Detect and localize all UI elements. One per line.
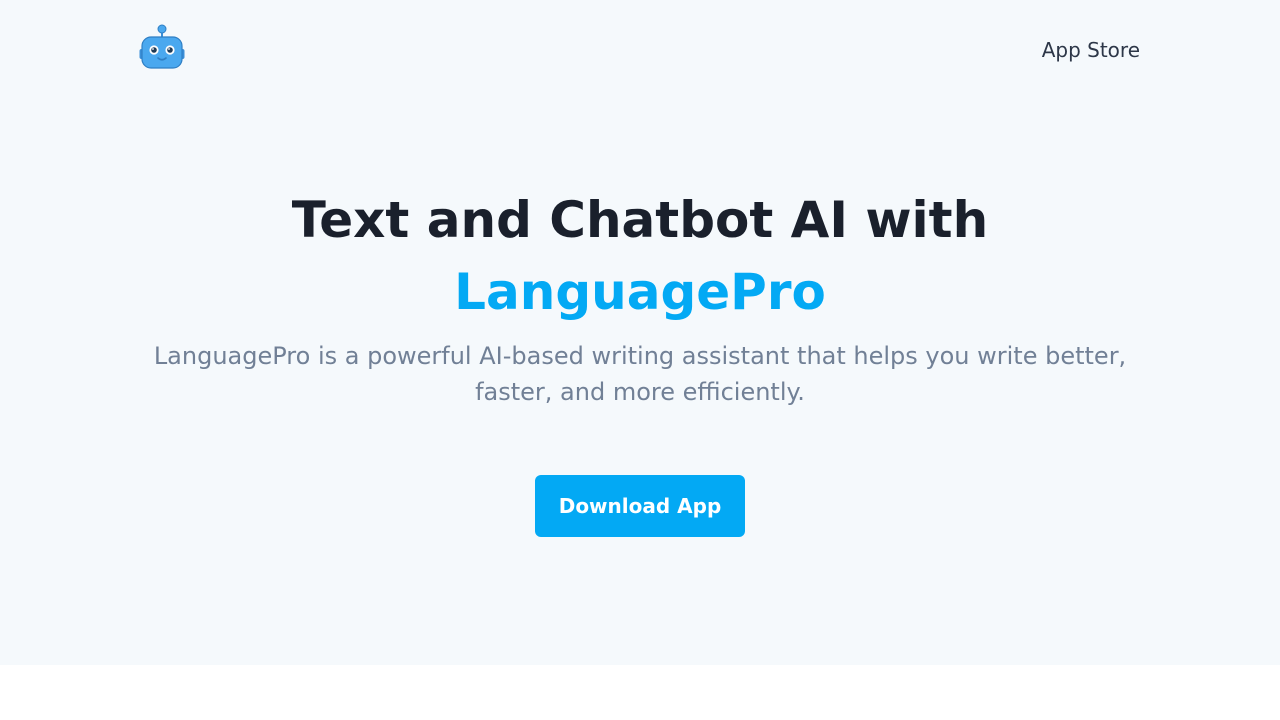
hero-subtitle: LanguagePro is a powerful AI-based writi… — [153, 342, 1127, 406]
download-app-button[interactable]: Download App — [535, 475, 745, 537]
hero-section: App Store Text and Chatbot AI with Langu… — [0, 0, 1280, 665]
headline-accent: LanguagePro — [454, 263, 826, 321]
robot-icon[interactable] — [139, 22, 185, 70]
headline-text: Text and Chatbot AI with — [291, 191, 989, 249]
hero-headline: Text and Chatbot AI with LanguagePro — [0, 184, 1280, 328]
nav-link-app-store[interactable]: App Store — [1042, 38, 1140, 62]
